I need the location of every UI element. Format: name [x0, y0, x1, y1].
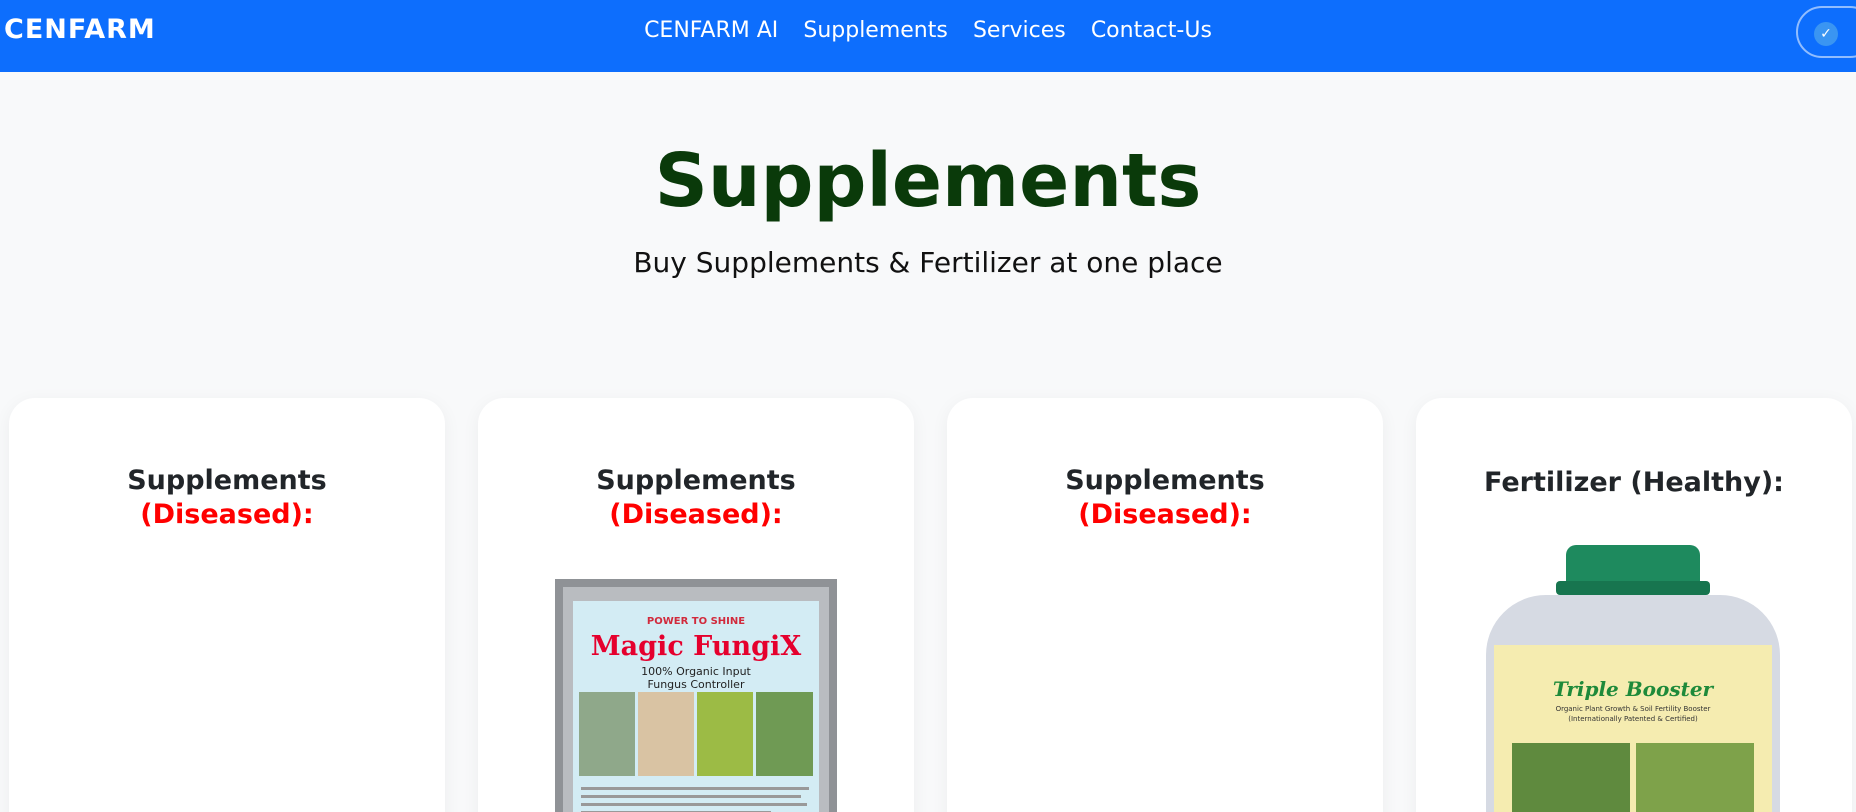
nav-link-contact-us[interactable]: Contact-Us	[1091, 18, 1212, 43]
nav-links: CENFARM AI Supplements Services Contact-…	[0, 18, 1856, 43]
card-title: Fertilizer (Healthy):	[1484, 467, 1784, 498]
bottle-line-2: (Internationally Patented & Certified)	[1568, 715, 1698, 723]
package-line-2: Fungus Controller	[647, 678, 745, 691]
card-status-diseased: (Diseased):	[609, 499, 783, 530]
card-status-diseased: (Diseased):	[1078, 499, 1252, 530]
bottle-cap-ring	[1556, 581, 1710, 595]
navbar: CENFARM CENFARM AI Supplements Services …	[0, 0, 1856, 72]
theme-toggle[interactable]: ✓	[1796, 6, 1856, 58]
package-text-line	[581, 795, 801, 798]
bottle-line-1: Organic Plant Growth & Soil Fertility Bo…	[1555, 705, 1711, 713]
product-card[interactable]: Supplements (Diseased):	[9, 398, 445, 812]
check-icon: ✓	[1814, 22, 1838, 46]
page-subtitle: Buy Supplements & Fertilizer at one plac…	[633, 246, 1223, 279]
card-title: Supplements (Diseased):	[9, 464, 445, 532]
card-title: Supplements (Diseased):	[478, 464, 914, 532]
bottle-label: Triple Booster Organic Plant Growth & So…	[1494, 645, 1772, 812]
package-tagline: POWER TO SHINE	[646, 616, 746, 627]
card-title-text: Supplements	[596, 465, 796, 496]
package-name: Magic FungiX	[590, 631, 802, 662]
card-title-text: Supplements	[1065, 465, 1265, 496]
product-card[interactable]: Fertilizer (Healthy): Triple Booster Org…	[1416, 398, 1852, 812]
card-status-diseased: (Diseased):	[140, 499, 314, 530]
package-text-line	[581, 787, 809, 790]
nav-link-cenfarm-ai[interactable]: CENFARM AI	[644, 18, 778, 43]
card-title: Supplements (Diseased):	[947, 464, 1383, 532]
package-text-line	[581, 803, 807, 806]
triple-booster-product-image[interactable]: Triple Booster Organic Plant Growth & So…	[1486, 545, 1780, 812]
nav-link-supplements[interactable]: Supplements	[803, 18, 947, 43]
grape-photo	[697, 692, 753, 776]
magic-fungix-product-image[interactable]: POWER TO SHINE Magic FungiX 100% Organic…	[555, 579, 837, 812]
card-title-text: Supplements	[127, 465, 327, 496]
leaf-photo	[579, 692, 635, 776]
package-line-1: 100% Organic Input	[641, 665, 751, 678]
product-card[interactable]: Supplements (Diseased):	[947, 398, 1383, 812]
product-card[interactable]: Supplements (Diseased): POWER TO SHINE M…	[478, 398, 914, 812]
field-photo	[756, 692, 813, 776]
peanut-photo	[638, 692, 694, 776]
bottle-product-name: Triple Booster	[1552, 677, 1714, 701]
orchard-photo	[1512, 743, 1630, 812]
page-title: Supplements	[654, 138, 1202, 224]
nav-link-services[interactable]: Services	[973, 18, 1066, 43]
package-label: POWER TO SHINE Magic FungiX 100% Organic…	[573, 601, 819, 812]
field-photo	[1636, 743, 1754, 812]
package-photo-strip	[579, 692, 813, 776]
